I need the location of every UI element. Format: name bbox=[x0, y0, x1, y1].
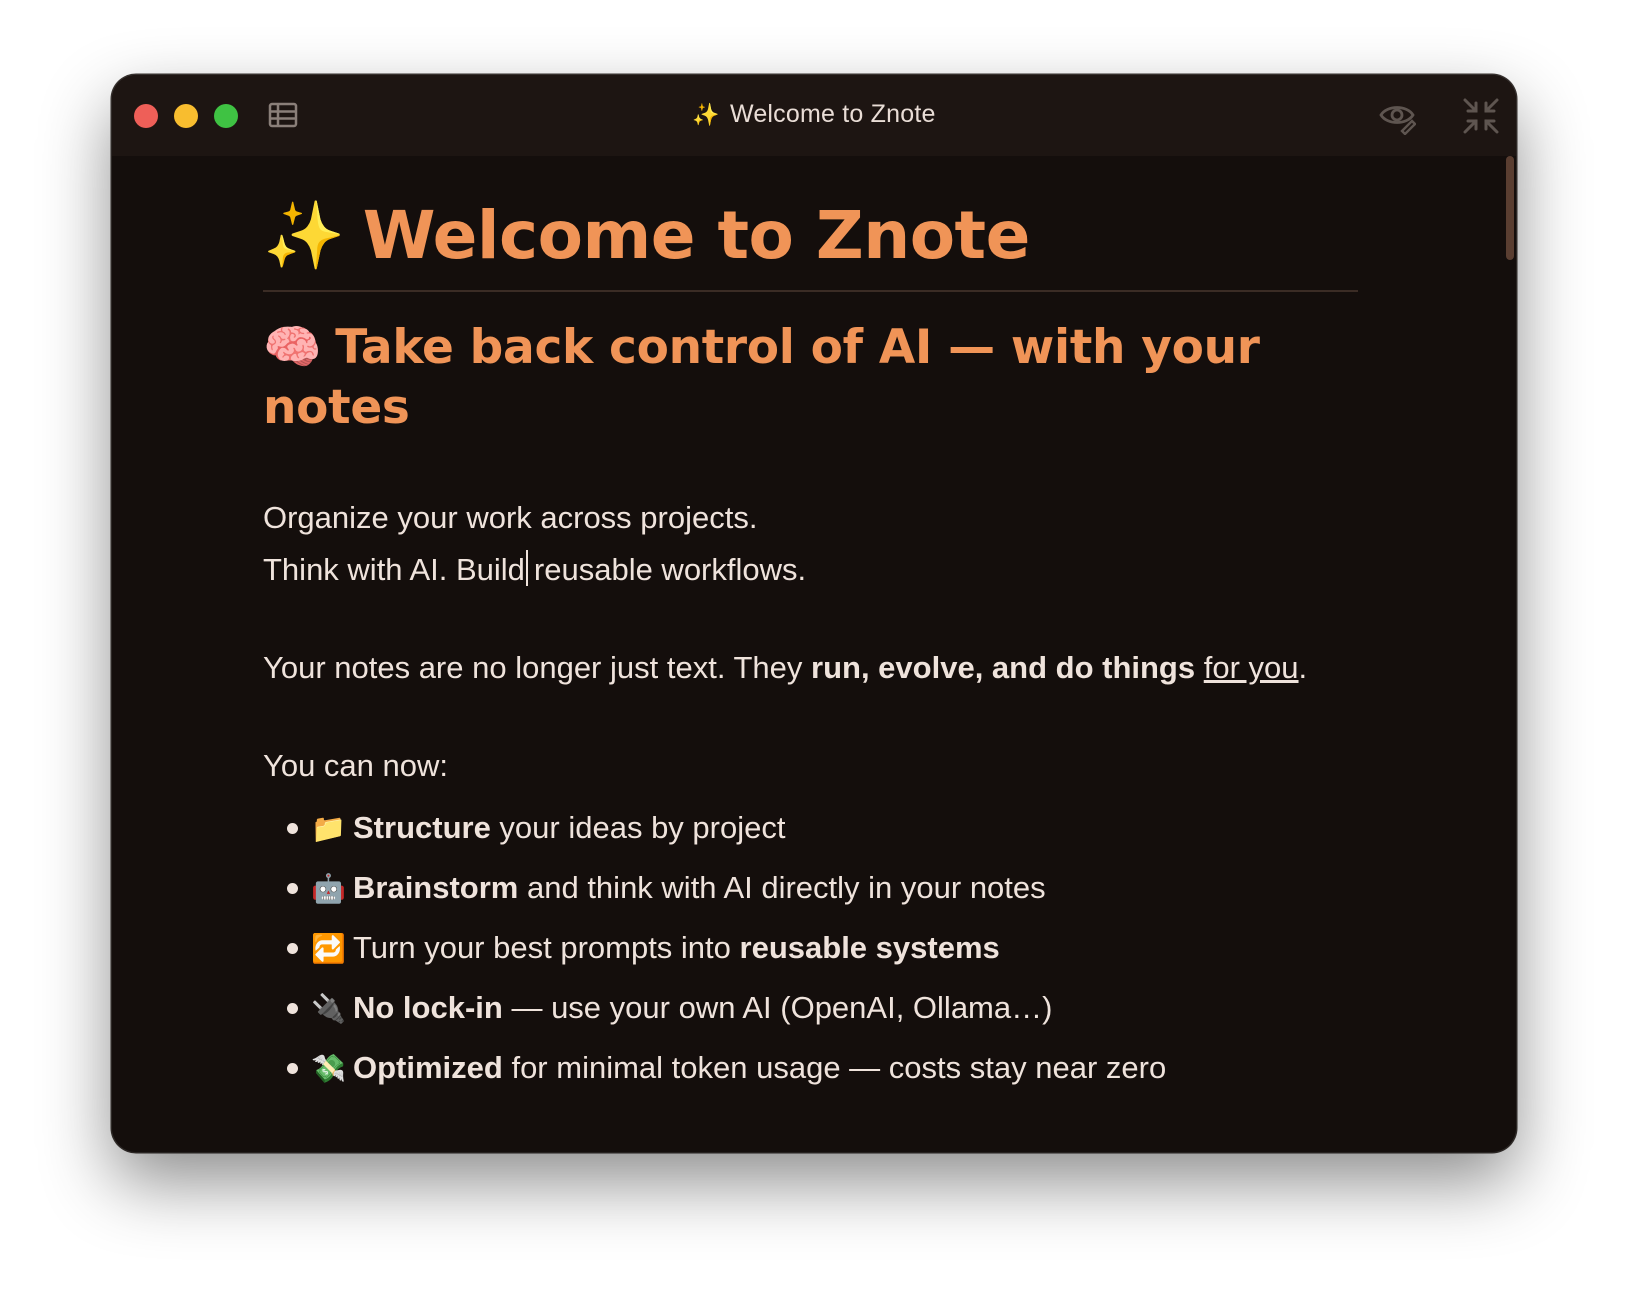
intro-line-2-end: reusable workflows. bbox=[533, 552, 807, 587]
app-window: ✨ Welcome to Znote ✨ Welcome to Znote 🧠 … bbox=[112, 75, 1516, 1152]
repeat-icon: 🔁 bbox=[311, 933, 346, 964]
notes-space bbox=[1195, 650, 1204, 685]
feature-bold: Structure bbox=[353, 810, 491, 845]
notes-paragraph: Your notes are no longer just text. They… bbox=[263, 642, 1358, 694]
intro-line-1: Organize your work across projects. bbox=[263, 500, 758, 535]
feature-text: your ideas by project bbox=[490, 810, 786, 845]
list-item: 💸 Optimized for minimal token usage — cos… bbox=[287, 1038, 1358, 1098]
section-heading: 🧠 Take back control of AI — with your not… bbox=[263, 318, 1358, 438]
page-title: ✨ Welcome to Znote bbox=[263, 196, 1358, 276]
list-item: 🤖 Brainstorm and think with AI directly i… bbox=[287, 858, 1358, 918]
feature-bold: No lock-in bbox=[353, 990, 503, 1025]
money-wings-icon: 💸 bbox=[311, 1053, 346, 1084]
list-item: 🔁 Turn your best prompts into reusable sy… bbox=[287, 918, 1358, 978]
text-cursor bbox=[525, 550, 528, 586]
feature-bold: Optimized bbox=[353, 1050, 503, 1085]
intro-paragraph: Organize your work across projects. Thin… bbox=[263, 492, 1358, 596]
scrollbar-thumb[interactable] bbox=[1506, 156, 1514, 260]
list-item: 🔌 No lock-in — use your own AI (OpenAI, O… bbox=[287, 978, 1358, 1038]
scrollbar[interactable] bbox=[1504, 156, 1516, 1152]
feature-bold: Brainstorm bbox=[353, 870, 519, 905]
list-intro: You can now: bbox=[263, 748, 449, 783]
feature-text: for minimal token usage — costs stay nea… bbox=[502, 1050, 1167, 1085]
editor-content[interactable]: ✨ Welcome to Znote 🧠 Take back control of … bbox=[263, 156, 1358, 1152]
notes-bold-text: run, evolve, and do things bbox=[811, 650, 1196, 685]
notes-end: . bbox=[1298, 650, 1308, 685]
feature-text: — use your own AI (OpenAI, Ollama…) bbox=[502, 990, 1053, 1025]
feature-text: Turn your best prompts into bbox=[353, 930, 740, 965]
page-title-text: Welcome to Znote bbox=[362, 197, 1031, 274]
section-heading-text: Take back control of AI — with your note… bbox=[263, 320, 1260, 435]
title-divider bbox=[263, 290, 1358, 292]
robot-icon: 🤖 bbox=[311, 873, 346, 904]
intro-line-2-start: Think with AI. Build bbox=[263, 552, 525, 587]
title-bar: ✨ Welcome to Znote bbox=[112, 75, 1516, 156]
notes-underlined-text: for you bbox=[1203, 650, 1299, 685]
plug-icon: 🔌 bbox=[311, 993, 346, 1024]
notes-plain-text: Your notes are no longer just text. They bbox=[263, 650, 812, 685]
feature-bold: reusable systems bbox=[739, 930, 1000, 965]
intro-line-2: Think with AI. Build reusable workflows. bbox=[263, 544, 1358, 596]
window-title-text: Welcome to Znote bbox=[729, 100, 936, 128]
feature-text: and think with AI directly in your notes bbox=[518, 870, 1046, 905]
brain-icon: 🧠 bbox=[263, 320, 322, 375]
feature-list: 📁 Structure your ideas by project 🤖 Brains… bbox=[263, 798, 1358, 1098]
collapse-icon[interactable] bbox=[1462, 97, 1500, 135]
folder-icon: 📁 bbox=[311, 813, 346, 844]
sparkles-icon: ✨ bbox=[263, 197, 345, 274]
window-title: ✨ Welcome to Znote bbox=[112, 100, 1516, 129]
list-item: 📁 Structure your ideas by project bbox=[287, 798, 1358, 858]
preview-eye-icon[interactable] bbox=[1378, 97, 1417, 136]
sparkles-icon: ✨ bbox=[692, 102, 720, 127]
